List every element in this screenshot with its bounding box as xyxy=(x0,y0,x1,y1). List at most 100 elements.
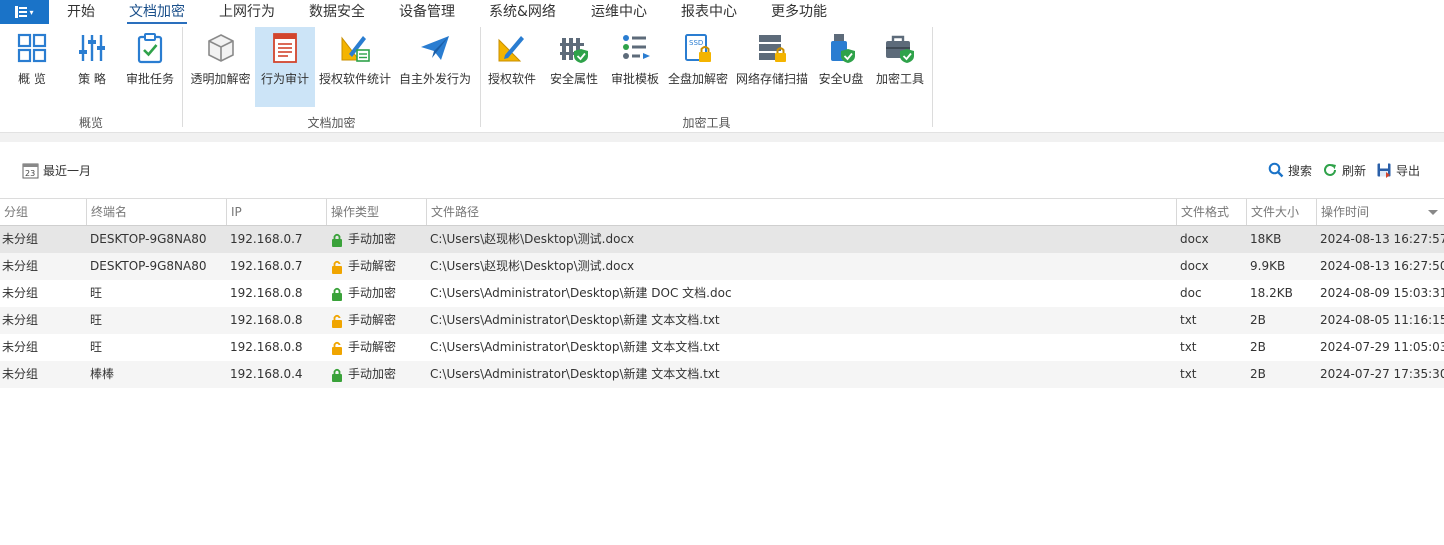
export-button[interactable]: 导出 xyxy=(1376,160,1420,180)
behavior-audit-button[interactable]: 行为审计 xyxy=(255,27,315,107)
tab-start[interactable]: 开始 xyxy=(67,0,95,24)
policy-button[interactable]: 策 略 xyxy=(66,27,118,107)
audit-log-table: 分组 终端名 IP 操作类型 文件路径 文件格式 文件大小 操作时间 未分组 DE… xyxy=(0,198,1444,388)
server-lock-icon xyxy=(759,35,786,62)
table-row[interactable]: 未分组 旺 192.168.0.8 手动解密 C:\Users\Administrato… xyxy=(0,334,1444,361)
cell-terminal: 旺 xyxy=(90,340,103,354)
cell-file-format: docx xyxy=(1180,232,1209,246)
cell-file-size: 18KB xyxy=(1250,232,1282,246)
tab-ops-center[interactable]: 运维中心 xyxy=(591,0,647,24)
column-header-file-size[interactable]: 文件大小 xyxy=(1246,199,1316,225)
overview-button[interactable]: 概 览 xyxy=(6,27,58,107)
cube-icon xyxy=(207,34,234,62)
cell-terminal: DESKTOP-9G8NA80 xyxy=(90,232,207,246)
authorized-software-button-label: 授权软件 xyxy=(487,72,536,86)
transparent-encryption-button-label: 透明加解密 xyxy=(190,72,251,86)
column-header-group[interactable]: 分组 xyxy=(0,199,86,225)
cell-file-path: C:\Users\赵现彬\Desktop\测试.docx xyxy=(430,259,635,273)
authorized-software-button[interactable]: 授权软件 xyxy=(484,27,540,107)
full-disk-encryption-button[interactable]: SSD 全盘加解密 xyxy=(665,27,731,107)
table-row[interactable]: 未分组 DESKTOP-9G8NA80 192.168.0.7 手动加密 C:\User… xyxy=(0,226,1444,253)
self-outgoing-behavior-button[interactable]: 自主外发行为 xyxy=(397,27,473,107)
tab-data-security[interactable]: 数据安全 xyxy=(309,0,365,24)
column-header-op-type[interactable]: 操作类型 xyxy=(326,199,426,225)
network-storage-scan-button[interactable]: 网络存储扫描 xyxy=(734,27,810,107)
cell-terminal: 旺 xyxy=(90,286,103,300)
security-attributes-button[interactable]: 安全属性 xyxy=(546,27,602,107)
secure-usb-button[interactable]: 安全U盘 xyxy=(814,27,868,107)
sort-desc-icon[interactable] xyxy=(1428,210,1438,215)
tab-web-behavior[interactable]: 上网行为 xyxy=(219,0,275,24)
search-button[interactable]: 搜索 xyxy=(1268,160,1312,180)
tab-doc-encryption[interactable]: 文档加密 xyxy=(127,0,187,24)
column-header-op-time-label: 操作时间 xyxy=(1321,205,1370,219)
cell-file-format: doc xyxy=(1180,286,1202,300)
app-menu-button[interactable]: ▾ xyxy=(0,0,49,24)
cell-file-size: 2B xyxy=(1250,313,1266,327)
table-body: 未分组 DESKTOP-9G8NA80 192.168.0.7 手动加密 C:\User… xyxy=(0,226,1444,388)
cell-file-path: C:\Users\Administrator\Desktop\新建 文本文档.t… xyxy=(430,340,720,354)
encryption-tools-button[interactable]: 加密工具 xyxy=(873,27,927,107)
date-filter-label: 最近一月 xyxy=(43,163,92,178)
group-label-overview: 概览 xyxy=(78,116,103,130)
fence-shield-icon xyxy=(560,38,588,63)
approval-template-button-label: 审批模板 xyxy=(610,72,659,86)
cell-file-format: docx xyxy=(1180,259,1209,273)
column-header-op-time[interactable]: 操作时间 xyxy=(1316,199,1444,225)
table-row[interactable]: 未分组 DESKTOP-9G8NA80 192.168.0.7 手动解密 C:\User… xyxy=(0,253,1444,280)
grid-icon xyxy=(17,33,47,63)
cell-op-time: 2024-08-13 16:27:57 xyxy=(1320,232,1444,246)
op-type-label: 手动解密 xyxy=(348,313,397,327)
tab-device-management[interactable]: 设备管理 xyxy=(399,0,455,24)
lock-open-icon xyxy=(332,314,342,328)
column-header-terminal[interactable]: 终端名 xyxy=(86,199,226,225)
ssd-lock-icon: SSD xyxy=(685,34,711,62)
cell-group: 未分组 xyxy=(2,259,39,273)
group-divider xyxy=(480,27,481,127)
refresh-button[interactable]: 刷新 xyxy=(1322,160,1366,180)
cell-op-time: 2024-07-27 17:35:30 xyxy=(1320,367,1444,381)
overview-button-label: 概 览 xyxy=(18,72,46,86)
usb-shield-icon xyxy=(831,34,855,63)
cell-op-type: 手动加密 xyxy=(330,280,396,307)
refresh-icon xyxy=(1324,163,1336,176)
cell-op-type: 手动解密 xyxy=(330,253,396,280)
column-header-ip[interactable]: IP xyxy=(226,199,326,225)
cell-group: 未分组 xyxy=(2,367,39,381)
cell-group: 未分组 xyxy=(2,313,39,327)
cell-file-path: C:\Users\赵现彬\Desktop\测试.docx xyxy=(430,232,635,246)
transparent-encryption-button[interactable]: 透明加解密 xyxy=(188,27,253,107)
auth-software-stats-button[interactable]: 授权软件统计 xyxy=(317,27,393,107)
date-filter-button[interactable]: 23 最近一月 xyxy=(22,160,91,180)
tab-system-network[interactable]: 系统&网络 xyxy=(489,0,556,24)
sliders-icon xyxy=(79,35,105,61)
approval-tasks-button[interactable]: 审批任务 xyxy=(122,27,178,107)
search-icon xyxy=(1268,162,1284,178)
cell-file-path: C:\Users\Administrator\Desktop\新建 DOC 文档… xyxy=(430,286,732,300)
approval-tasks-button-label: 审批任务 xyxy=(125,72,174,86)
table-row[interactable]: 未分组 旺 192.168.0.8 手动解密 C:\Users\Administrato… xyxy=(0,307,1444,334)
calendar-icon-text: 23 xyxy=(25,169,35,178)
column-header-file-path[interactable]: 文件路径 xyxy=(426,199,1176,225)
cell-file-format: txt xyxy=(1180,367,1197,381)
tab-report-center[interactable]: 报表中心 xyxy=(681,0,737,24)
cell-ip: 192.168.0.8 xyxy=(230,340,303,354)
chevron-down-icon: ▾ xyxy=(29,7,34,17)
cell-file-path: C:\Users\Administrator\Desktop\新建 文本文档.t… xyxy=(430,367,720,381)
table-row[interactable]: 未分组 棒棒 192.168.0.4 手动加密 C:\Users\Administrat… xyxy=(0,361,1444,388)
encryption-tools-button-label: 加密工具 xyxy=(875,72,924,86)
column-header-file-format[interactable]: 文件格式 xyxy=(1176,199,1246,225)
calendar-icon: 23 xyxy=(22,163,39,178)
cell-group: 未分组 xyxy=(2,232,39,246)
svg-text:SSD: SSD xyxy=(689,39,703,47)
tab-more-features[interactable]: 更多功能 xyxy=(771,0,827,24)
op-type-label: 手动解密 xyxy=(348,259,397,273)
op-type-label: 手动加密 xyxy=(348,367,397,381)
table-row[interactable]: 未分组 旺 192.168.0.8 手动加密 C:\Users\Administrato… xyxy=(0,280,1444,307)
op-type-label: 手动加密 xyxy=(348,232,397,246)
approval-template-button[interactable]: 审批模板 xyxy=(607,27,663,107)
secure-usb-button-label: 安全U盘 xyxy=(818,72,864,86)
group-label-encryption-tools: 加密工具 xyxy=(682,116,731,130)
self-outgoing-behavior-button-label: 自主外发行为 xyxy=(398,72,471,86)
cell-file-size: 2B xyxy=(1250,367,1266,381)
